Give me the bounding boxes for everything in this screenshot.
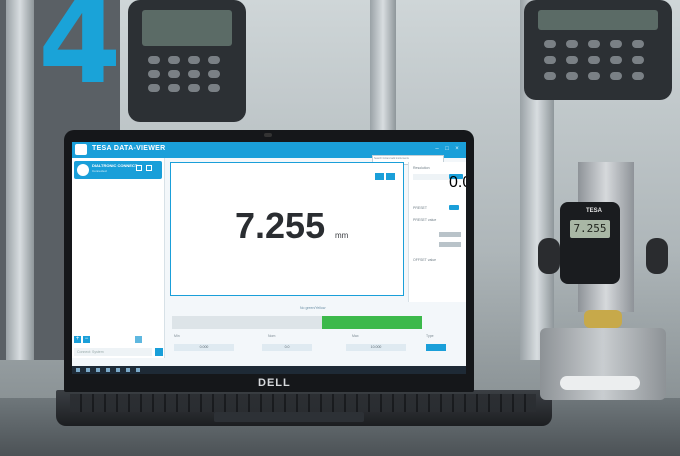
- device-status: Connected: [92, 169, 107, 173]
- min-label: Min: [174, 334, 180, 338]
- tolerance-title: No green/Yellow: [300, 306, 326, 310]
- nominal-input[interactable]: 0.0: [262, 344, 312, 351]
- device-avatar: [77, 164, 89, 176]
- preset-toggle[interactable]: [449, 205, 459, 210]
- start-icon[interactable]: [76, 368, 80, 372]
- readout-toolbar: [375, 167, 397, 185]
- measured-value: 7.255: [235, 205, 326, 246]
- photo-scene: 4 TESA DATA-VIEWER – □ × Search for/and …: [0, 0, 680, 456]
- taskbar-app-icon[interactable]: [126, 368, 130, 372]
- nominal-label: Nom: [268, 334, 276, 338]
- type-toggle[interactable]: [426, 344, 446, 351]
- gauge-scale-ring: [560, 376, 640, 390]
- app-title: TESA DATA-VIEWER: [92, 145, 166, 152]
- gauge-lcd: 7.255: [570, 220, 610, 238]
- resolution-select[interactable]: 0.00: [449, 174, 466, 191]
- preset-value-label: PRESET value: [413, 218, 437, 222]
- camera-icon[interactable]: [375, 173, 384, 180]
- preset-label: PRESET: [413, 206, 428, 210]
- taskbar-app-icon[interactable]: [106, 368, 110, 372]
- measured-unit: mm: [335, 231, 349, 240]
- device-settings-icon[interactable]: [136, 165, 142, 171]
- max-input[interactable]: 10.000: [346, 344, 406, 351]
- taskbar-app-icon[interactable]: [86, 368, 90, 372]
- reset-button[interactable]: [439, 242, 461, 247]
- measurement-readout: 7.255 mm: [170, 162, 404, 296]
- resolution-label: Resolution: [413, 166, 430, 170]
- background-digit: 4: [38, 0, 122, 111]
- adjust-knob: [538, 238, 560, 274]
- offset-label: OFFSET value: [413, 258, 437, 262]
- windows-taskbar: [72, 366, 466, 374]
- laptop-keyboard: [70, 394, 536, 412]
- taskbar-app-icon[interactable]: [96, 368, 100, 372]
- tolerance-green-zone: [322, 316, 422, 329]
- close-icon[interactable]: ×: [454, 145, 460, 153]
- dial-gauge-stand: TESA 7.255: [538, 150, 670, 400]
- maximize-icon[interactable]: □: [444, 145, 450, 153]
- device-card[interactable]: DIALTRONIC CONNECT Connected: [74, 161, 162, 179]
- remove-icon[interactable]: −: [83, 336, 90, 343]
- webcam-icon: [264, 133, 272, 137]
- preset-button[interactable]: [439, 232, 461, 237]
- refresh-icon[interactable]: [135, 336, 142, 343]
- search-button[interactable]: [155, 348, 163, 356]
- min-input[interactable]: 0.000: [174, 344, 234, 351]
- laptop-touchpad: [214, 412, 364, 422]
- type-label: Type: [426, 334, 434, 338]
- add-icon[interactable]: +: [74, 336, 81, 343]
- taskbar-app-icon[interactable]: [116, 368, 120, 372]
- device-edit-icon[interactable]: [146, 165, 152, 171]
- background-display-unit: [128, 0, 246, 122]
- taskbar-app-icon[interactable]: [136, 368, 140, 372]
- settings-icon[interactable]: [386, 173, 395, 180]
- laptop-screen: TESA DATA-VIEWER – □ × Search for/and ad…: [72, 142, 466, 374]
- tolerance-panel: No green/Yellow Min Nom Max Type 0.000 0…: [170, 302, 466, 358]
- gauge-anvil: [584, 310, 622, 328]
- background-column: [6, 0, 34, 360]
- device-name: DIALTRONIC CONNECT: [92, 163, 138, 168]
- background-display-unit: [524, 0, 672, 100]
- minimize-icon[interactable]: –: [434, 145, 440, 153]
- tesa-logo-icon: [75, 144, 87, 155]
- adjust-knob: [646, 238, 668, 274]
- max-label: Max: [352, 334, 359, 338]
- instrument-sidebar: DIALTRONIC CONNECT Connected + − Connect…: [72, 158, 165, 358]
- laptop: TESA DATA-VIEWER – □ × Search for/and ad…: [64, 130, 474, 392]
- laptop-brand: DELL: [258, 377, 291, 389]
- search-input[interactable]: Connect: System: [74, 348, 152, 356]
- dial-indicator: TESA: [560, 202, 620, 284]
- gauge-brand: TESA: [586, 208, 603, 214]
